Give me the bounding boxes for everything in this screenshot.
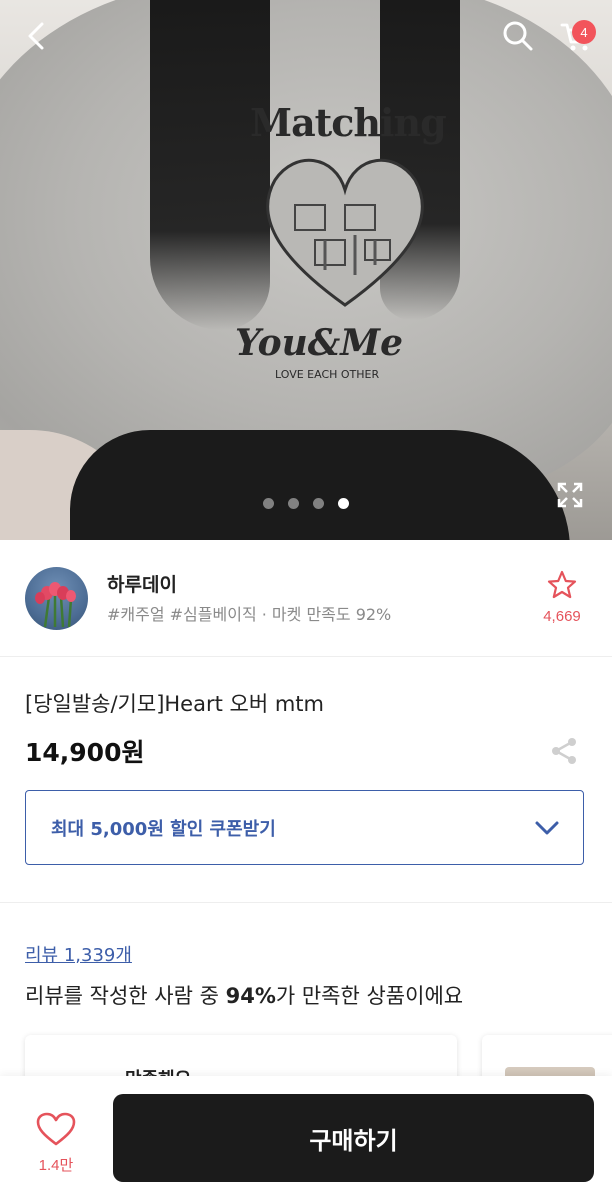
- carousel-indicator: [0, 498, 612, 509]
- chevron-down-icon: [535, 821, 559, 835]
- search-icon: [503, 21, 533, 51]
- seller-avatar[interactable]: [25, 567, 88, 630]
- product-image-carousel[interactable]: Matching You&Me LOVE EACH OTHER 4: [0, 0, 612, 540]
- product-title: [당일발송/기모]Heart 오버 mtm: [25, 692, 324, 716]
- sweatshirt-print: Matching You&Me LOVE EACH OTHER: [235, 90, 447, 410]
- review-summary-prefix: 리뷰를 작성한 사람 중: [25, 984, 226, 1008]
- favorite-count: 4,669: [543, 608, 581, 625]
- share-button[interactable]: [548, 735, 580, 767]
- like-button[interactable]: 1.4만: [26, 1112, 86, 1175]
- star-icon: [547, 570, 577, 599]
- carousel-dot[interactable]: [288, 498, 299, 509]
- product-price: 14,900원: [25, 738, 145, 767]
- search-button[interactable]: [496, 14, 540, 58]
- seller-section[interactable]: 하루데이 #캐주얼 #심플베이직 · 마켓 만족도 92% 4,669: [0, 540, 612, 657]
- cart-count-badge: 4: [572, 20, 596, 44]
- reviews-link[interactable]: 리뷰 1,339개: [25, 941, 132, 967]
- expand-image-button[interactable]: [548, 473, 592, 517]
- review-summary: 리뷰를 작성한 사람 중 94%가 만족한 상품이에요: [25, 980, 463, 1010]
- print-text-top: Matching: [250, 100, 447, 145]
- review-summary-suffix: 가 만족한 상품이에요: [275, 984, 464, 1008]
- back-icon: [28, 22, 44, 50]
- print-text-small: LOVE EACH OTHER: [275, 368, 380, 381]
- carousel-dot-active[interactable]: [338, 498, 349, 509]
- heart-puzzle-graphic: [266, 158, 424, 307]
- cart-button[interactable]: 4: [552, 14, 600, 58]
- like-count: 1.4만: [38, 1157, 74, 1174]
- buy-button[interactable]: 구매하기: [113, 1094, 594, 1182]
- favorite-shop-button[interactable]: 4,669: [538, 570, 586, 625]
- coupon-button[interactable]: 최대 5,000원 할인 쿠폰받기: [25, 790, 584, 865]
- heart-icon: [36, 1112, 76, 1146]
- share-icon: [552, 738, 576, 764]
- carousel-dot[interactable]: [263, 498, 274, 509]
- expand-icon: [557, 482, 583, 508]
- bottom-action-bar: 1.4만 구매하기: [0, 1076, 612, 1200]
- carousel-dot[interactable]: [313, 498, 324, 509]
- seller-name[interactable]: 하루데이: [107, 570, 177, 597]
- back-button[interactable]: [15, 14, 59, 58]
- coupon-label: 최대 5,000원 할인 쿠폰받기: [51, 819, 276, 840]
- review-satisfaction-percent: 94%: [225, 984, 276, 1008]
- print-text-mid: You&Me: [235, 322, 404, 364]
- tulip-avatar-image: [35, 582, 76, 628]
- section-divider: [0, 902, 612, 903]
- seller-tags: #캐주얼 #심플베이직 · 마켓 만족도 92%: [107, 605, 392, 624]
- shorts-photo: [70, 430, 570, 540]
